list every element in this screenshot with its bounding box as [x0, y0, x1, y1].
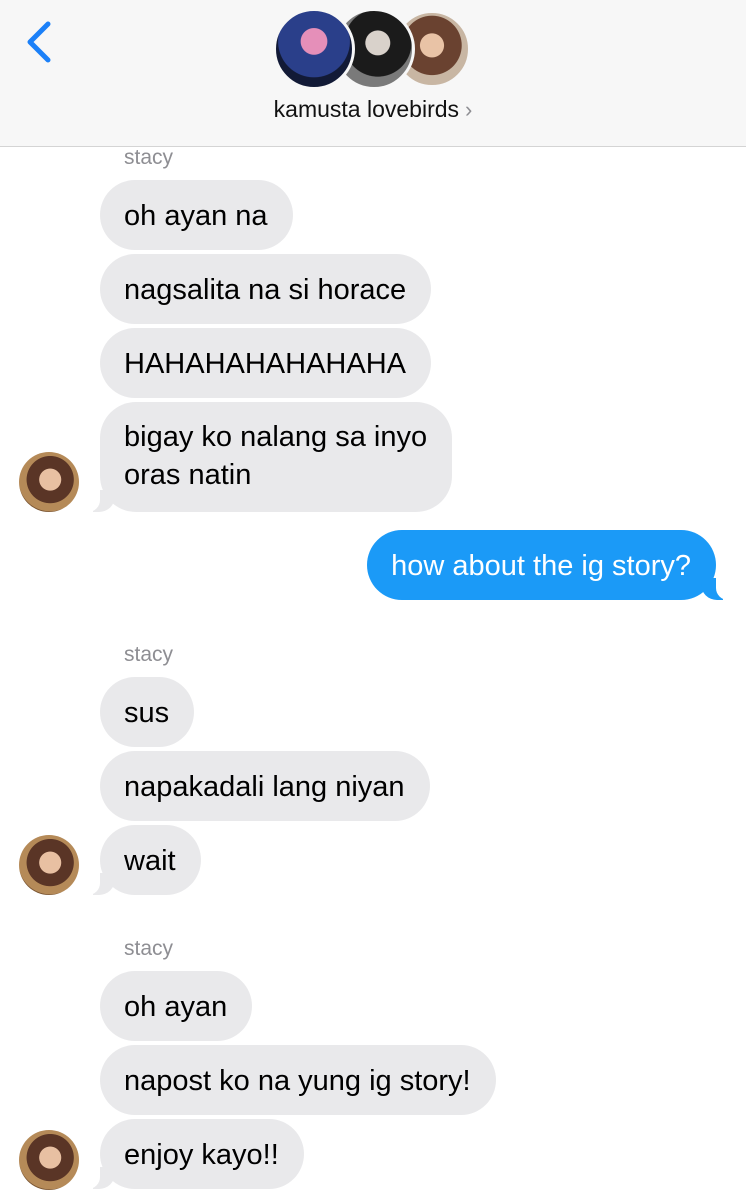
avatar — [19, 1130, 79, 1190]
group-name: kamusta lovebirds — [273, 96, 460, 122]
sender-name: stacy — [124, 937, 174, 960]
avatar — [273, 8, 355, 90]
back-button[interactable] — [20, 18, 60, 68]
message-bubble[interactable]: oh ayan — [100, 971, 253, 1041]
sender-name: stacy — [124, 643, 174, 666]
message-bubble[interactable]: oh ayan na — [100, 180, 293, 250]
sender-name: stacy — [124, 146, 174, 169]
message-bubble[interactable]: napost ko na yung ig story! — [100, 1045, 496, 1115]
message-bubble[interactable]: sus — [100, 677, 195, 747]
message-bubble-outgoing[interactable]: how about the ig story? — [367, 530, 728, 600]
message-bubble[interactable]: napakadali lang niyan — [100, 751, 430, 821]
message-bubble[interactable]: wait — [88, 825, 201, 895]
message-bubble[interactable]: nagsalita na si horace — [100, 254, 432, 324]
chevron-left-icon — [27, 21, 51, 63]
group-avatars[interactable] — [273, 8, 473, 92]
message-bubble[interactable]: bigay ko nalang sa inyo oras natin — [87, 402, 453, 512]
group-title[interactable]: kamusta lovebirds › — [0, 96, 746, 123]
avatar — [19, 452, 79, 512]
avatar — [19, 835, 79, 895]
conversation-header: kamusta lovebirds › — [0, 0, 746, 147]
message-bubble[interactable]: HAHAHAHAHAHAHA — [100, 328, 431, 398]
message-bubble[interactable]: enjoy kayo!! — [88, 1119, 304, 1189]
chevron-right-icon: › — [465, 97, 473, 122]
